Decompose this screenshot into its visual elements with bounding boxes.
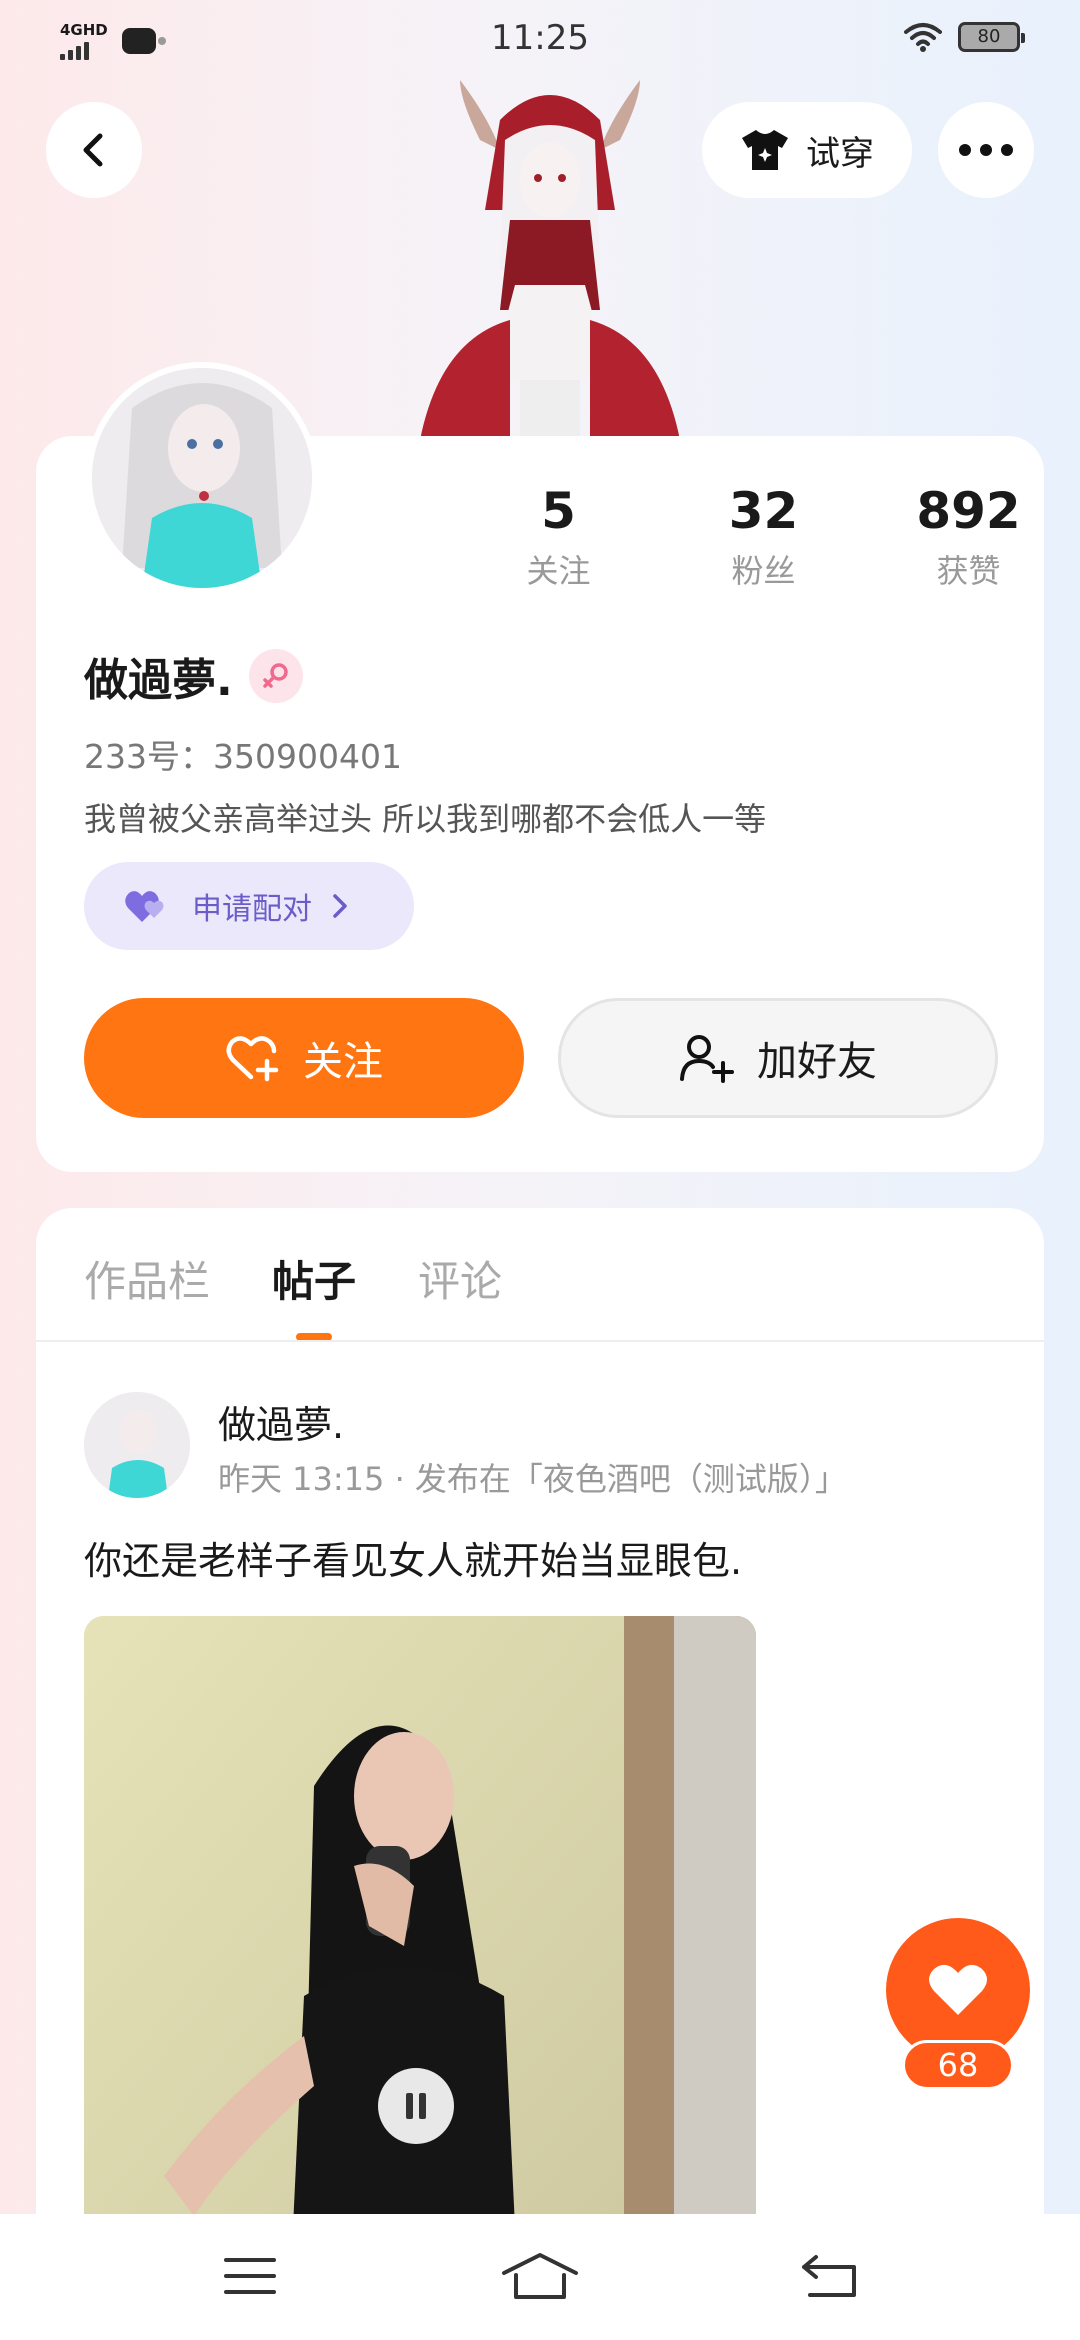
- stat-label: 粉丝: [731, 552, 796, 590]
- post-text: 你还是老样子看见女人就开始当显眼包.: [84, 1539, 743, 1583]
- feed-card: 作品栏 帖子 评论 做過夢. 昨天 13:15 · 发布在「夜色酒吧（测试版）」…: [36, 1208, 1044, 2340]
- home-button[interactable]: [490, 2244, 590, 2308]
- heart-plus-icon: [226, 1036, 279, 1082]
- home-icon: [502, 2253, 578, 2299]
- profile-name: 做過夢.: [84, 655, 233, 706]
- stat-label: 获赞: [936, 552, 1001, 590]
- try-on-label: 试穿: [806, 133, 874, 174]
- add-friend-label: 加好友: [757, 1039, 877, 1085]
- post-author-avatar[interactable]: [84, 1392, 190, 1498]
- stat-value: 32: [728, 482, 799, 540]
- post-author-name[interactable]: 做過夢.: [218, 1394, 344, 1449]
- add-user-icon: [680, 1035, 734, 1083]
- avatar-illustration: [92, 368, 312, 588]
- menu-icon: [224, 2258, 276, 2294]
- profile-stats: 5 关注 32 粉丝 892 获赞: [456, 482, 1071, 592]
- request-pair-button[interactable]: 申请配对: [84, 862, 414, 950]
- virtual-avatar-figure[interactable]: [400, 80, 700, 440]
- stat-value: 892: [916, 482, 1021, 540]
- profile-avatar[interactable]: [86, 362, 318, 594]
- user-id: 233号：350900401: [84, 737, 402, 776]
- pause-icon: [406, 2093, 426, 2119]
- more-options-button[interactable]: [938, 102, 1034, 198]
- status-right: 80: [904, 22, 1025, 52]
- tshirt-icon: [742, 130, 788, 170]
- system-nav-bar: [0, 2214, 1080, 2340]
- chevron-right-icon: [333, 894, 347, 918]
- add-friend-button[interactable]: 加好友: [558, 998, 998, 1118]
- double-heart-icon: [125, 891, 164, 922]
- tab-divider: [36, 1340, 1044, 1342]
- post-avatar-illustration: [84, 1392, 190, 1498]
- pair-label: 申请配对: [192, 892, 312, 927]
- profile-bio: 我曾被父亲高举过头 所以我到哪都不会低人一等: [84, 800, 767, 838]
- stat-likes[interactable]: 892 获赞: [866, 482, 1071, 592]
- name-row: 做過夢.: [84, 644, 303, 708]
- tab-comments[interactable]: 评论: [418, 1248, 502, 1327]
- back-arrow-icon: [83, 133, 103, 167]
- female-gender-icon: [248, 649, 303, 703]
- post-meta: 昨天 13:15 · 发布在「夜色酒吧（测试版）」: [218, 1460, 847, 1498]
- follow-button[interactable]: 关注: [84, 998, 524, 1118]
- content-tabs: 作品栏 帖子 评论: [84, 1248, 502, 1341]
- stat-value: 5: [541, 482, 576, 540]
- heart-icon: [929, 1964, 987, 2015]
- like-count: 68: [902, 2040, 1014, 2090]
- avatar-figure-illustration: [420, 80, 680, 440]
- stat-label: 关注: [526, 552, 591, 590]
- stat-following[interactable]: 5 关注: [456, 482, 661, 592]
- back-button[interactable]: [46, 102, 142, 198]
- menu-button[interactable]: [200, 2244, 300, 2308]
- back-nav-icon: [802, 2255, 856, 2297]
- status-bar: 4GHD 11:25 80: [0, 0, 1080, 84]
- wifi-icon: [904, 23, 942, 52]
- more-dots-icon: [959, 144, 1013, 156]
- try-on-button[interactable]: 试穿: [702, 102, 912, 198]
- follow-label: 关注: [303, 1039, 383, 1085]
- stat-followers[interactable]: 32 粉丝: [661, 482, 866, 592]
- tab-works[interactable]: 作品栏: [84, 1248, 210, 1327]
- battery-indicator: 80: [958, 22, 1025, 52]
- pause-button[interactable]: [378, 2068, 454, 2144]
- tab-posts[interactable]: 帖子: [272, 1248, 356, 1341]
- back-nav-button[interactable]: [780, 2244, 880, 2308]
